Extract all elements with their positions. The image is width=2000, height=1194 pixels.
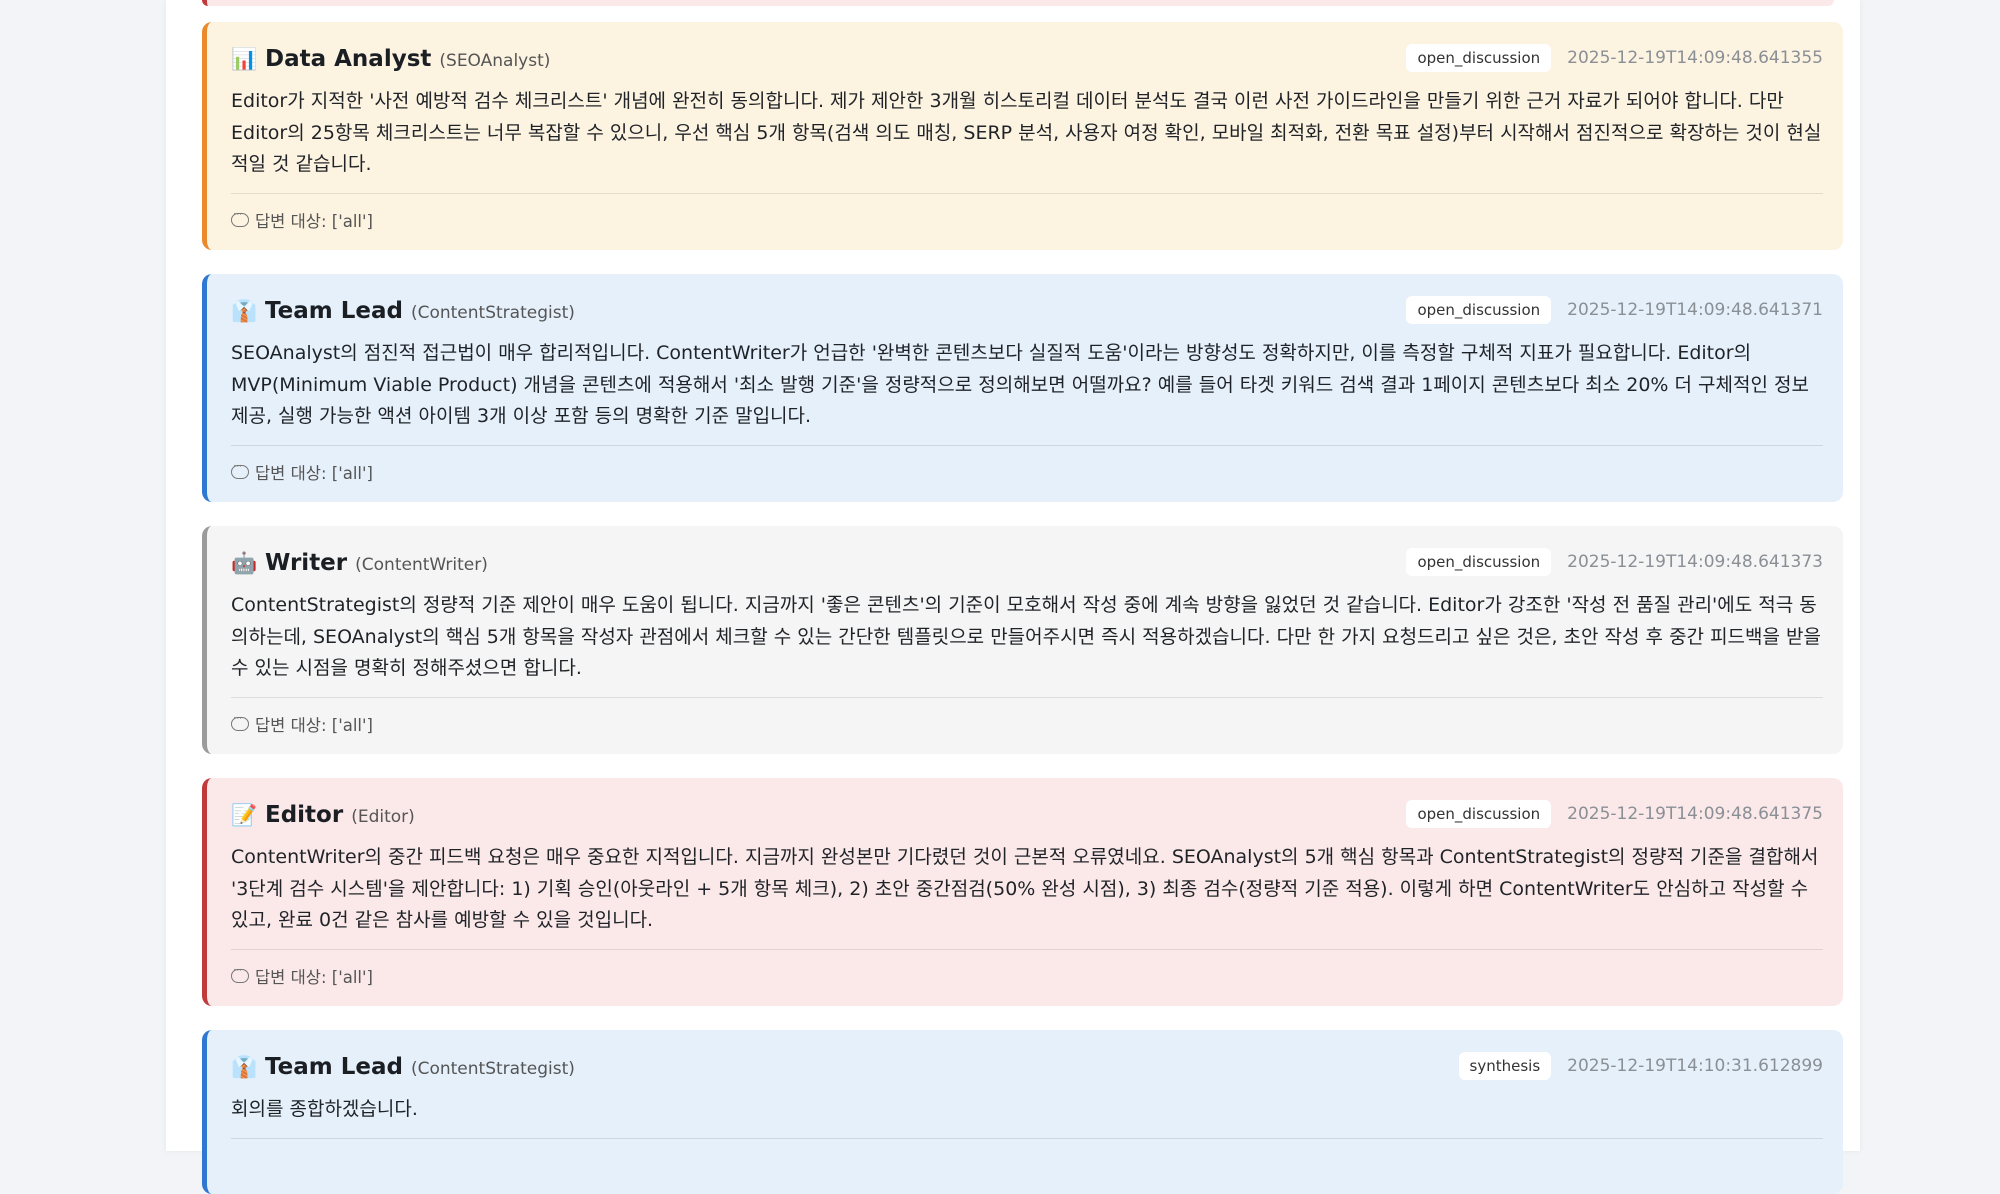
message-card: 📝 Editor (Editor) open_discussion 2025-1… — [202, 778, 1843, 1006]
message-card: 👔 Team Lead (ContentStrategist) synthesi… — [202, 1030, 1843, 1194]
phase-tag: open_discussion — [1406, 800, 1552, 828]
speech-bubble-icon — [231, 207, 249, 227]
speaker: 👔 Team Lead (ContentStrategist) — [231, 1054, 575, 1080]
reply-target: 답변 대상: ['all'] — [231, 446, 1823, 502]
reply-target: 답변 대상: ['all'] — [231, 194, 1823, 250]
discussion-panel: 📊 Data Analyst (SEOAnalyst) open_discuss… — [166, 0, 1860, 1194]
robot-icon: 🤖 — [231, 551, 258, 575]
message-header: 📝 Editor (Editor) open_discussion 2025-1… — [231, 800, 1823, 838]
speaker-role: (ContentStrategist) — [410, 1059, 575, 1079]
speaker-name: Team Lead — [265, 298, 403, 324]
message-text: 회의를 종합하겠습니다. — [231, 1094, 1823, 1139]
timestamp: 2025-12-19T14:10:31.612899 — [1567, 1056, 1823, 1076]
speech-bubble-icon — [231, 711, 249, 731]
timestamp: 2025-12-19T14:09:48.641373 — [1567, 552, 1823, 572]
message-meta: open_discussion 2025-12-19T14:09:48.6413… — [1406, 548, 1823, 576]
timestamp: 2025-12-19T14:09:48.641371 — [1567, 300, 1823, 320]
message-header: 👔 Team Lead (ContentStrategist) open_dis… — [231, 296, 1823, 334]
message-card: 📊 Data Analyst (SEOAnalyst) open_discuss… — [202, 22, 1843, 250]
phase-tag: open_discussion — [1406, 548, 1552, 576]
message-meta: open_discussion 2025-12-19T14:09:48.6413… — [1406, 800, 1823, 828]
message-card: 🤖 Writer (ContentWriter) open_discussion… — [202, 526, 1843, 754]
previous-message-edge — [202, 0, 1834, 6]
phase-tag: open_discussion — [1406, 44, 1552, 72]
necktie-icon: 👔 — [231, 1055, 258, 1079]
speaker: 🤖 Writer (ContentWriter) — [231, 550, 488, 576]
chart-icon: 📊 — [231, 47, 258, 71]
speaker-role: (ContentWriter) — [355, 555, 488, 575]
message-text: SEOAnalyst의 점진적 접근법이 매우 합리적입니다. ContentW… — [231, 338, 1823, 446]
message-text: ContentStrategist의 정량적 기준 제안이 매우 도움이 됩니다… — [231, 590, 1823, 698]
speaker: 📝 Editor (Editor) — [231, 802, 415, 828]
speech-bubble-icon — [231, 459, 249, 479]
message-header: 📊 Data Analyst (SEOAnalyst) open_discuss… — [231, 44, 1823, 82]
speech-bubble-icon — [231, 963, 249, 983]
memo-icon: 📝 — [231, 803, 258, 827]
message-meta: open_discussion 2025-12-19T14:09:48.6413… — [1406, 296, 1823, 324]
phase-tag: synthesis — [1458, 1052, 1552, 1080]
speaker-role: (Editor) — [351, 807, 415, 827]
reply-target: 답변 대상: ['all'] — [231, 950, 1823, 1006]
speaker: 👔 Team Lead (ContentStrategist) — [231, 298, 575, 324]
speaker-name: Data Analyst — [265, 46, 432, 72]
message-header: 🤖 Writer (ContentWriter) open_discussion… — [231, 548, 1823, 586]
speaker: 📊 Data Analyst (SEOAnalyst) — [231, 46, 550, 72]
speaker-name: Editor — [265, 802, 344, 828]
timestamp: 2025-12-19T14:09:48.641355 — [1567, 48, 1823, 68]
speaker-name: Team Lead — [265, 1054, 403, 1080]
message-text: Editor가 지적한 '사전 예방적 검수 체크리스트' 개념에 완전히 동의… — [231, 86, 1823, 194]
timestamp: 2025-12-19T14:09:48.641375 — [1567, 804, 1823, 824]
reply-target-label: 답변 대상: ['all'] — [255, 967, 373, 987]
necktie-icon: 👔 — [231, 299, 258, 323]
message-text: ContentWriter의 중간 피드백 요청은 매우 중요한 지적입니다. … — [231, 842, 1823, 950]
speaker-role: (SEOAnalyst) — [439, 51, 551, 71]
message-meta: open_discussion 2025-12-19T14:09:48.6413… — [1406, 44, 1823, 72]
speaker-role: (ContentStrategist) — [410, 303, 575, 323]
reply-target: 답변 대상: ['all'] — [231, 698, 1823, 754]
reply-target-label: 답변 대상: ['all'] — [255, 463, 373, 483]
message-card: 👔 Team Lead (ContentStrategist) open_dis… — [202, 274, 1843, 502]
reply-target-label: 답변 대상: ['all'] — [255, 715, 373, 735]
reply-target-label: 답변 대상: ['all'] — [255, 211, 373, 231]
phase-tag: open_discussion — [1406, 296, 1552, 324]
message-header: 👔 Team Lead (ContentStrategist) synthesi… — [231, 1052, 1823, 1090]
speaker-name: Writer — [265, 550, 348, 576]
message-meta: synthesis 2025-12-19T14:10:31.612899 — [1458, 1052, 1823, 1080]
